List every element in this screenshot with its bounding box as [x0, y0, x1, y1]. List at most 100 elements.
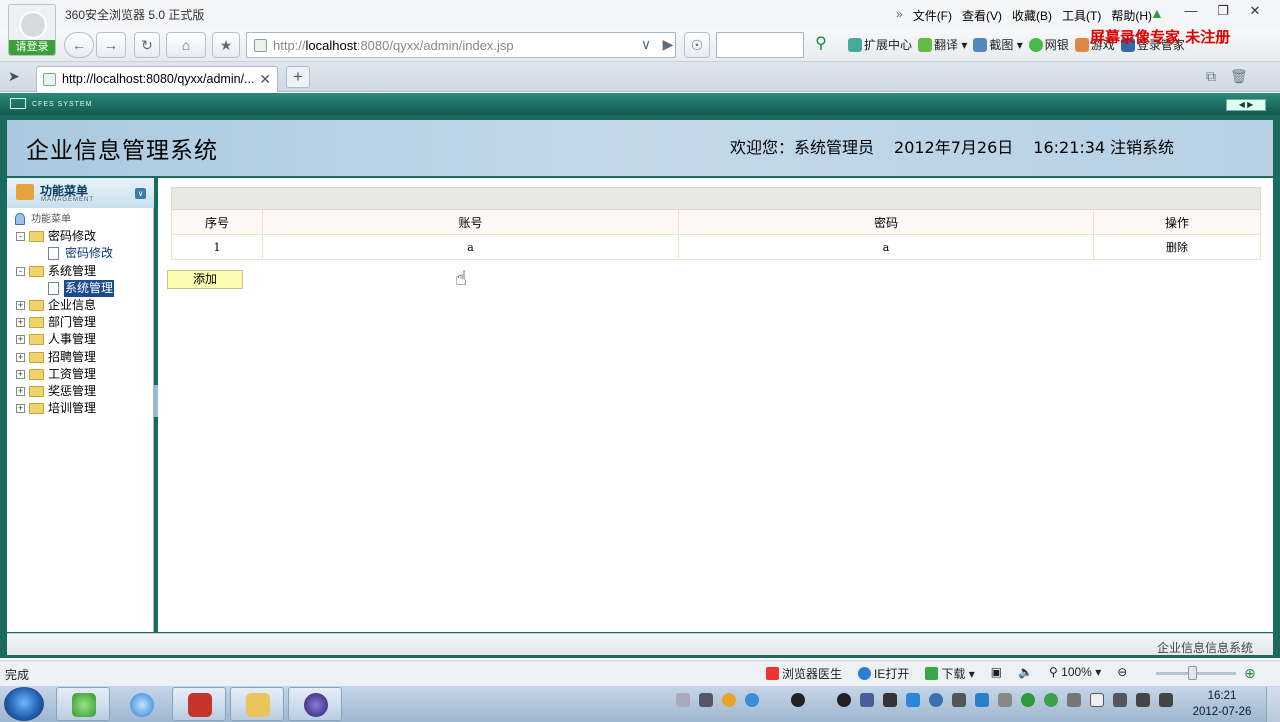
search-input[interactable]: [716, 32, 804, 58]
folder-icon: [29, 265, 44, 277]
tray-app-icon[interactable]: [906, 693, 920, 707]
table-row: 1 a a 删除: [171, 234, 1261, 260]
menu-help[interactable]: 帮助(H): [1111, 7, 1152, 24]
zoom-in-icon[interactable]: ⊕: [1244, 665, 1256, 682]
collapse-icon[interactable]: -: [16, 232, 25, 242]
network-icon[interactable]: [1136, 693, 1150, 707]
collapse-icon[interactable]: -: [16, 266, 25, 276]
sidebar-toggle-icon[interactable]: ➤: [8, 68, 20, 85]
menu-view[interactable]: 查看(V): [962, 7, 1002, 24]
trash-icon[interactable]: 🗑: [1230, 68, 1248, 85]
folder-icon: [29, 299, 44, 311]
tray-app-icon[interactable]: [860, 693, 874, 707]
go-icon[interactable]: ▶: [658, 32, 678, 58]
minimize-icon[interactable]: —: [1176, 0, 1206, 22]
menu-subtitle: MANAGEMENT: [41, 197, 95, 203]
cfes-label: CFES SYSTEM: [32, 101, 93, 108]
close-window-icon[interactable]: ✕: [1240, 0, 1270, 22]
col-account-header: 账号: [262, 209, 679, 235]
tool-extensions[interactable]: 扩展中心: [848, 36, 912, 53]
expand-icon[interactable]: +: [16, 404, 25, 414]
speaker-icon[interactable]: 🔈: [1018, 665, 1033, 682]
volume-icon[interactable]: [1159, 693, 1173, 707]
flag-icon[interactable]: [1090, 693, 1104, 707]
app-footer: 企业信息信息系统: [7, 633, 1273, 655]
menu-more-icon[interactable]: »: [896, 7, 903, 24]
restore-icon[interactable]: ❐: [1208, 0, 1238, 22]
refresh-icon[interactable]: ↻: [134, 32, 160, 58]
bank-icon: [1028, 38, 1043, 52]
window-icon[interactable]: ▣: [991, 665, 1002, 682]
tool-translate[interactable]: 翻译 ▾: [918, 36, 967, 53]
qq-icon[interactable]: [837, 693, 851, 707]
tray-app-icon[interactable]: [952, 693, 966, 707]
taskbar-explorer[interactable]: [230, 687, 284, 721]
home-icon[interactable]: ⌂: [166, 32, 206, 58]
taskbar-clock[interactable]: 16:21 2012-07-26: [1192, 688, 1252, 720]
skin-tshirt-icon[interactable]: ▲: [1150, 5, 1166, 21]
frame-arrows-icon[interactable]: ◀ ▶: [1226, 99, 1266, 111]
tray-app-icon[interactable]: [1021, 693, 1035, 707]
expand-icon[interactable]: +: [16, 318, 25, 328]
tool-bank[interactable]: 网银: [1028, 36, 1069, 53]
tray-app-icon[interactable]: [745, 693, 759, 707]
address-dropdown-icon[interactable]: ∨: [636, 32, 656, 58]
search-icon[interactable]: ⚲: [806, 32, 836, 58]
shield-icon[interactable]: [975, 693, 989, 707]
collapse-menu-icon[interactable]: ∨: [135, 188, 146, 199]
zoom-out-icon[interactable]: ⊖: [1117, 665, 1127, 682]
tray-app-icon[interactable]: [722, 693, 736, 707]
taskbar-360browser[interactable]: [56, 687, 110, 721]
login-button[interactable]: 请登录: [9, 40, 55, 55]
tray-app-icon[interactable]: [1113, 693, 1127, 707]
taskbar-toolbox[interactable]: [172, 687, 226, 721]
zoom-slider-handle[interactable]: [1188, 666, 1197, 680]
add-button[interactable]: 添加: [167, 270, 243, 289]
restore-tabs-icon[interactable]: ⧉: [1206, 68, 1216, 85]
translate-icon: [918, 38, 933, 52]
cell-account: a: [262, 234, 679, 260]
zoom-control[interactable]: ⚲ 100% ▾: [1049, 665, 1101, 682]
tab-admin-index[interactable]: http://localhost:8080/qyxx/admin/... ✕: [36, 66, 278, 92]
back-arrow-icon[interactable]: ←: [64, 32, 94, 58]
new-tab-icon[interactable]: +: [286, 66, 310, 88]
menu-tools[interactable]: 工具(T): [1062, 7, 1101, 24]
expand-icon[interactable]: +: [16, 386, 25, 396]
tray-app-icon[interactable]: [883, 693, 897, 707]
screenshot-icon: [973, 38, 988, 52]
shield-icon[interactable]: ☉: [684, 32, 710, 58]
toolbox-icon: [188, 693, 212, 717]
expand-icon[interactable]: +: [16, 335, 25, 345]
menu-favorites[interactable]: 收藏(B): [1012, 7, 1052, 24]
tab-close-icon[interactable]: ✕: [259, 71, 271, 88]
menu-file[interactable]: 文件(F): [913, 7, 952, 24]
expand-icon[interactable]: +: [16, 352, 25, 362]
expand-icon[interactable]: +: [16, 369, 25, 379]
tray-app-icon[interactable]: [1044, 693, 1058, 707]
show-desktop-button[interactable]: [1266, 687, 1280, 722]
keyboard-icon[interactable]: [676, 693, 690, 707]
taskbar-eclipse[interactable]: [288, 687, 342, 721]
qq-icon[interactable]: [791, 693, 805, 707]
user-avatar[interactable]: 请登录: [8, 4, 56, 56]
browser-doctor-button[interactable]: 浏览器医生: [766, 665, 842, 682]
forward-arrow-icon[interactable]: →: [96, 32, 126, 58]
tray-app-icon[interactable]: [1067, 693, 1081, 707]
star-favorite-icon[interactable]: ★: [212, 32, 240, 58]
footer-text: 企业信息信息系统: [1156, 641, 1253, 655]
logout-link[interactable]: 注销系统: [1110, 134, 1174, 158]
expand-icon[interactable]: +: [16, 300, 25, 310]
delete-link[interactable]: 删除: [1093, 234, 1261, 260]
address-text[interactable]: http://localhost:8080/qyxx/admin/index.j…: [273, 38, 514, 53]
tool-screenshot[interactable]: 截图 ▾: [973, 36, 1023, 53]
tray-app-icon[interactable]: [998, 693, 1012, 707]
tray-app-icon[interactable]: [699, 693, 713, 707]
start-button[interactable]: [4, 687, 44, 721]
address-bar[interactable]: http://localhost:8080/qyxx/admin/index.j…: [246, 32, 676, 58]
tray-app-icon[interactable]: [929, 693, 943, 707]
taskbar-ie[interactable]: [114, 687, 168, 721]
download-button[interactable]: 下载 ▾: [925, 665, 975, 682]
folder-icon: [29, 403, 44, 415]
360-browser-icon: [72, 693, 96, 717]
ie-open-button[interactable]: IE打开: [858, 665, 909, 682]
